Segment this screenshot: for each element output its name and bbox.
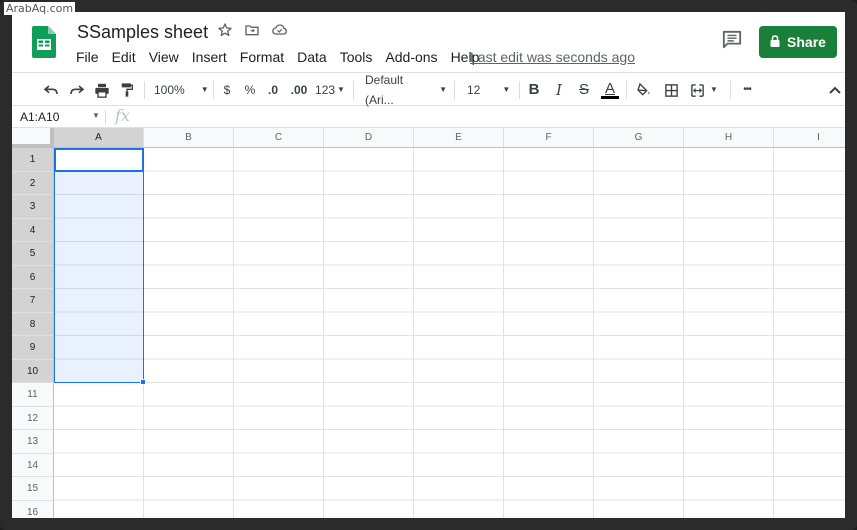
column-header-f[interactable]: F: [504, 128, 594, 148]
row-header-3[interactable]: 3: [12, 195, 54, 219]
font-size-value: 12: [467, 83, 481, 97]
toolbar-separator: [730, 81, 731, 99]
menu-edit[interactable]: Edit: [112, 48, 142, 66]
toolbar-separator: [353, 81, 354, 99]
row-header-5[interactable]: 5: [12, 242, 54, 266]
font-family-select[interactable]: Default (Ari... ▼: [365, 73, 447, 107]
watermark: ArabAq.com: [4, 2, 76, 15]
select-all-corner[interactable]: [12, 128, 54, 148]
currency-format-button[interactable]: $: [220, 80, 234, 100]
document-title[interactable]: SSamples sheet: [77, 22, 208, 43]
menu-file[interactable]: File: [76, 48, 105, 66]
fill-handle[interactable]: [140, 379, 146, 385]
font-family-value: Default (Ari...: [365, 73, 404, 107]
spreadsheet-grid: ABCDEFGHI 1 2 3 4 5 6 7 8 9 10 11 12 13 14 15 16: [12, 128, 845, 518]
row-header-16[interactable]: 16: [12, 500, 54, 518]
formula-separator: [105, 110, 106, 124]
chevron-down-icon: ▼: [710, 85, 718, 94]
window-frame: ArabAq.com SSamples sheet File Edit View…: [0, 0, 857, 530]
chevron-down-icon: ▼: [502, 85, 511, 94]
comment-history-icon[interactable]: [721, 30, 743, 50]
menu-format[interactable]: Format: [240, 48, 290, 66]
column-header-g[interactable]: G: [594, 128, 684, 148]
toolbar-separator: [626, 81, 627, 99]
row-header-4[interactable]: 4: [12, 218, 54, 242]
column-header-b[interactable]: B: [144, 128, 234, 148]
fx-icon: fx: [115, 106, 130, 125]
last-edit-link[interactable]: Last edit was seconds ago: [470, 48, 635, 66]
toolbar: 100% ▼ $ % .0 .00 123 ▼ Default (Ari... ▼ 1…: [12, 72, 845, 107]
column-header-e[interactable]: E: [414, 128, 504, 148]
selected-range[interactable]: [54, 148, 144, 383]
cell-area[interactable]: [54, 148, 845, 518]
more-formats-button[interactable]: 123 ▼: [315, 80, 345, 100]
font-size-select[interactable]: 12 ▼: [467, 80, 513, 100]
header: SSamples sheet File Edit View Insert For…: [12, 12, 845, 72]
row-header-11[interactable]: 11: [12, 383, 54, 407]
redo-icon[interactable]: [68, 80, 86, 100]
row-header-2[interactable]: 2: [12, 171, 54, 195]
row-header-14[interactable]: 14: [12, 453, 54, 477]
column-header-a[interactable]: A: [54, 128, 144, 148]
sheets-app: SSamples sheet File Edit View Insert For…: [12, 12, 845, 518]
fill-color-icon[interactable]: [635, 80, 653, 100]
strikethrough-button[interactable]: S: [576, 80, 592, 100]
row-header-7[interactable]: 7: [12, 289, 54, 313]
text-color-letter: A: [604, 80, 615, 97]
decrease-decimal-button[interactable]: .0: [265, 80, 281, 100]
share-label: Share: [787, 34, 826, 50]
row-header-6[interactable]: 6: [12, 265, 54, 289]
menu-bar: File Edit View Insert Format Data Tools …: [76, 48, 492, 66]
cloud-saved-icon[interactable]: [270, 22, 288, 40]
more-formats-label: 123: [315, 83, 336, 97]
chevron-down-icon: ▼: [439, 85, 447, 94]
text-color-swatch: [601, 96, 619, 99]
zoom-value: 100%: [154, 83, 185, 97]
lock-icon: [770, 34, 780, 50]
italic-button[interactable]: I: [551, 80, 567, 100]
borders-icon[interactable]: [662, 80, 680, 100]
toolbar-separator: [519, 81, 520, 99]
share-button[interactable]: Share: [759, 26, 837, 58]
toolbar-separator: [144, 81, 145, 99]
move-folder-icon[interactable]: [243, 22, 261, 40]
row-header-9[interactable]: 9: [12, 336, 54, 360]
sheets-logo-icon[interactable]: [32, 26, 56, 58]
row-header-12[interactable]: 12: [12, 406, 54, 430]
row-header-1[interactable]: 1: [12, 148, 54, 172]
row-header-8[interactable]: 8: [12, 312, 54, 336]
more-options-icon[interactable]: •••: [738, 80, 756, 100]
menu-tools[interactable]: Tools: [340, 48, 379, 66]
chevron-down-icon[interactable]: ▼: [92, 111, 100, 120]
menu-add-ons[interactable]: Add-ons: [385, 48, 443, 66]
percent-format-button[interactable]: %: [243, 80, 257, 100]
toolbar-separator: [454, 81, 455, 99]
name-box[interactable]: A1:A10: [20, 109, 59, 125]
merge-cells-icon[interactable]: ▼: [687, 80, 721, 100]
menu-view[interactable]: View: [149, 48, 185, 66]
toolbar-separator: [213, 81, 214, 99]
column-header-i[interactable]: I: [774, 128, 845, 148]
row-header-13[interactable]: 13: [12, 430, 54, 454]
paint-format-icon[interactable]: [118, 80, 136, 100]
chevron-down-icon: ▼: [200, 85, 209, 94]
column-header-h[interactable]: H: [684, 128, 774, 148]
increase-decimal-button[interactable]: .00: [288, 80, 310, 100]
undo-icon[interactable]: [42, 80, 60, 100]
zoom-select[interactable]: 100% ▼: [154, 80, 209, 100]
menu-data[interactable]: Data: [297, 48, 333, 66]
row-header-10[interactable]: 10: [12, 359, 54, 383]
collapse-toolbar-icon[interactable]: [828, 80, 842, 100]
column-header-d[interactable]: D: [324, 128, 414, 148]
row-header-15[interactable]: 15: [12, 477, 54, 501]
chevron-down-icon: ▼: [337, 85, 345, 94]
active-cell-a1[interactable]: [54, 148, 144, 172]
star-icon[interactable]: [216, 22, 234, 40]
bold-button[interactable]: B: [526, 80, 542, 100]
column-header-c[interactable]: C: [234, 128, 324, 148]
formula-bar: A1:A10 ▼ fx: [12, 106, 845, 128]
print-icon[interactable]: [93, 80, 111, 100]
text-color-button[interactable]: A: [600, 80, 620, 100]
menu-insert[interactable]: Insert: [192, 48, 233, 66]
